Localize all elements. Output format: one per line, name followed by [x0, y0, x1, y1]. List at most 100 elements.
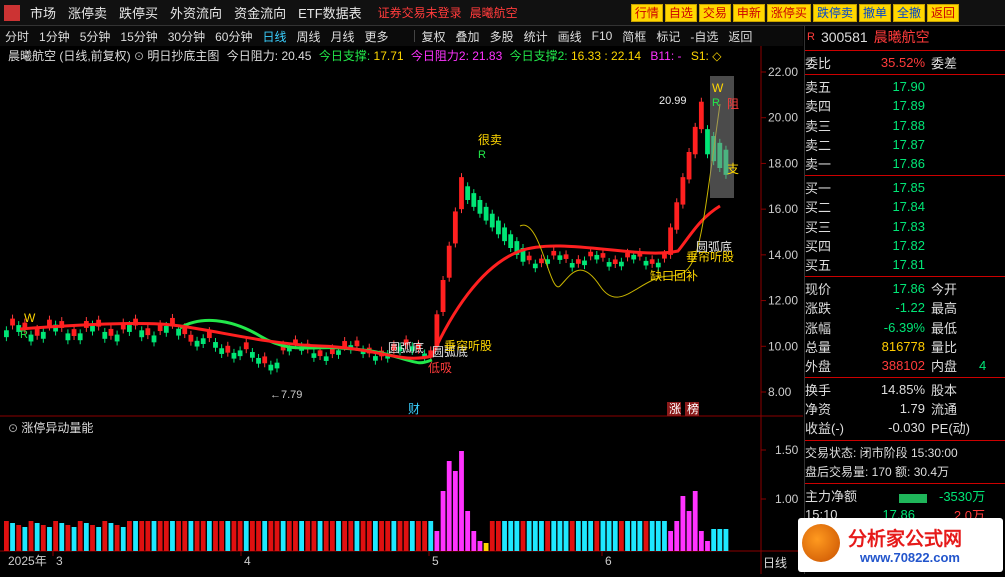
period-monthly[interactable]: 月线 [326, 28, 360, 45]
menu-limit-down-buy[interactable]: 跌停买 [113, 3, 164, 22]
volume-bar [459, 451, 464, 551]
candle-body [563, 254, 569, 259]
volume-bar [409, 521, 415, 551]
period-30min[interactable]: 30分钟 [163, 28, 210, 45]
formula-name[interactable]: 明日抄底主图 [147, 49, 219, 63]
volume-bar [711, 529, 717, 551]
ask-row-3: 卖三 17.88 [805, 116, 1005, 135]
volume-bar [539, 521, 544, 551]
formula-settings-icon[interactable]: ⊙ [134, 49, 147, 63]
kline-chart[interactable]: 22.0020.0018.0016.0014.0012.0010.008.00 … [0, 46, 803, 574]
quick-back-button[interactable]: 返回 [926, 4, 959, 22]
period-daily[interactable]: 日线 [257, 28, 291, 45]
period-60min[interactable]: 60分钟 [210, 28, 257, 45]
candle-body [698, 101, 704, 130]
menu-foreign-flow[interactable]: 外资流向 [164, 3, 228, 22]
candle-body [446, 245, 452, 278]
bid-row-1-label: 买一 [805, 181, 832, 197]
candle-body [268, 364, 274, 371]
sub-indicator-name[interactable]: 涨停异动量能 [21, 421, 93, 435]
stock-code: 300581 [820, 29, 868, 45]
volume-bar [373, 521, 378, 551]
period-timeshare[interactable]: 分时 [0, 28, 34, 45]
candle-body [582, 260, 587, 266]
signal-support: 支 [727, 162, 739, 176]
candle-body [145, 328, 151, 336]
sub-settings-icon[interactable]: ⊙ [8, 421, 21, 435]
period-weekly[interactable]: 周线 [291, 28, 325, 45]
chart-area[interactable]: 22.00 20.00 18.00 16.00 14.00 12.00 10.00 8.00 … [0, 46, 803, 574]
bid-row-2-label: 买二 [805, 200, 832, 216]
volume-bar [256, 521, 261, 551]
volume-bar [465, 511, 471, 551]
ask-row-2-value: 17.87 [892, 136, 925, 152]
period-more[interactable]: 更多 [360, 28, 394, 45]
tool-f10[interactable]: F10 [587, 29, 618, 43]
ask-row-3-value: 17.88 [892, 117, 925, 133]
quick-quote-button[interactable]: 行情 [630, 4, 663, 22]
candle-body [692, 126, 698, 155]
quick-limit-up-buy-button[interactable]: 涨停买 [766, 4, 811, 22]
volume-bar [139, 521, 145, 551]
tool-watchlist[interactable]: -自选 [685, 28, 723, 45]
candle-body [317, 350, 323, 357]
tool-stats[interactable]: 统计 [519, 28, 553, 45]
stat2-row-0-value: 14.85% [880, 382, 925, 398]
quick-cancel-all-button[interactable]: 全撤 [892, 4, 925, 22]
bid-row-2-value: 17.84 [892, 199, 925, 215]
candle-body [471, 193, 477, 207]
quick-watchlist-button[interactable]: 自选 [664, 4, 697, 22]
stat2-row-1-label: 净资 [805, 402, 832, 418]
quick-trade-button[interactable]: 交易 [698, 4, 731, 22]
tool-simple[interactable]: 简框 [617, 28, 651, 45]
volume-bar [114, 525, 120, 551]
quick-limit-down-sell-button[interactable]: 跌停卖 [812, 4, 857, 22]
ask-row-1-label: 卖一 [805, 157, 832, 173]
signal-gap-fill: 缺口回补 [650, 268, 698, 283]
volume-bar [379, 521, 384, 551]
candle-body [459, 177, 464, 210]
candle-body [311, 353, 317, 358]
menu-etf-table[interactable]: ETF数据表 [292, 3, 368, 22]
volume-bars [4, 451, 729, 551]
app-logo-icon[interactable] [4, 4, 20, 21]
candle-body [526, 255, 532, 261]
volume-bar [520, 521, 526, 551]
menu-market[interactable]: 市场 [24, 3, 62, 22]
tool-back[interactable]: 返回 [723, 28, 757, 45]
tool-draw[interactable]: 画线 [553, 28, 587, 45]
candle-body [686, 152, 692, 180]
volume-bar [305, 521, 311, 551]
volume-bar [723, 529, 729, 551]
login-status[interactable]: 证券交易未登录 [374, 4, 466, 21]
sub-indicator-header[interactable]: ⊙ 涨停异动量能 [8, 419, 93, 436]
volume-bar [686, 511, 692, 551]
stat2-row-0-label2: 股本 [931, 383, 958, 399]
period-5min[interactable]: 5分钟 [75, 28, 116, 45]
period-15min[interactable]: 15分钟 [115, 28, 162, 45]
watermark-url: www.70822.com [860, 550, 960, 565]
menu-limit-up-sell[interactable]: 涨停卖 [62, 3, 113, 22]
tool-adjust[interactable]: 复权 [417, 28, 451, 45]
quick-cancel-button[interactable]: 撤单 [858, 4, 891, 22]
quick-ipo-button[interactable]: 申新 [732, 4, 765, 22]
candle-body [139, 330, 145, 338]
candle-body [619, 261, 624, 267]
candle-body [243, 342, 249, 350]
daily-tab[interactable]: 日线 [763, 554, 787, 571]
volume-bar [366, 521, 372, 551]
tool-multi[interactable]: 多股 [485, 28, 519, 45]
stat-row-4-label2: 内盘 [931, 358, 958, 374]
bid-row-5-value: 17.81 [892, 256, 925, 272]
signal-r-left: R [20, 329, 28, 341]
tool-mark[interactable]: 标记 [651, 28, 685, 45]
candle-body [465, 186, 471, 200]
stat2-row-2-label: 收益(-) [805, 421, 844, 437]
menu-capital-flow[interactable]: 资金流向 [228, 3, 292, 22]
low-price-label: ←7.79 [270, 389, 302, 401]
period-1min[interactable]: 1分钟 [34, 28, 75, 45]
stock-period-label[interactable]: 晨曦航空 (日线,前复权) [8, 49, 131, 63]
signal-sell: 很卖 [478, 133, 502, 147]
tool-overlay[interactable]: 叠加 [451, 28, 485, 45]
candle-body [194, 340, 200, 347]
